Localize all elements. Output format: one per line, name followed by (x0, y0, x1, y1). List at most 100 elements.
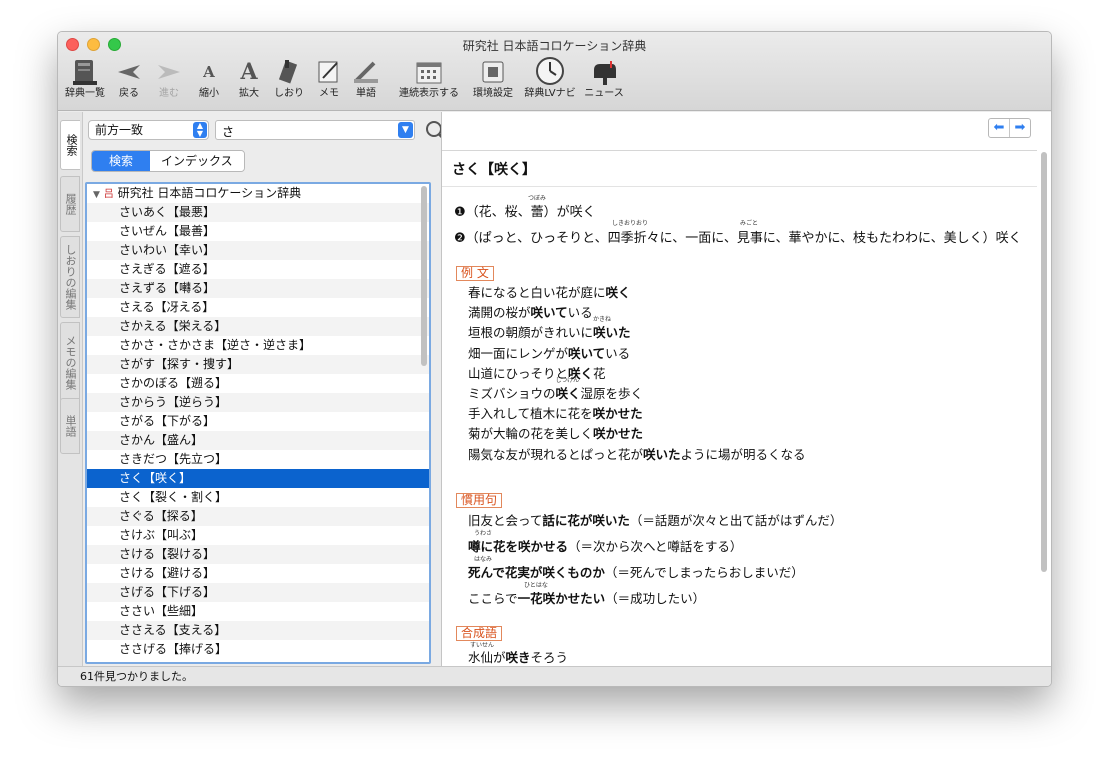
large-a-icon: A (240, 59, 258, 85)
search-mode-segmented: 検索 インデックス (91, 150, 245, 172)
idiom-line: 旧友と会って話に花が咲いた（＝話題が次々と出て話がはずんだ） (468, 513, 843, 528)
continuous-display-button[interactable]: 連続表示する (394, 56, 464, 108)
memo-icon (316, 56, 342, 88)
dictionary-icon: 吕 (103, 189, 114, 200)
tree-item[interactable]: さかえる【栄える】 (87, 317, 429, 336)
ruby-text: しきおりおり (612, 220, 649, 227)
tree-item[interactable]: さかのぼる【遡る】 (87, 374, 429, 393)
window-title: 研究社 日本語コロケーション辞典 (462, 39, 647, 53)
history-nav: ⬅ ➡ (988, 118, 1031, 138)
forward-button[interactable]: 進む (154, 56, 184, 108)
back-arrow-icon (114, 56, 144, 88)
tree-item[interactable]: さきだつ【先立つ】 (87, 450, 429, 469)
tree-item[interactable]: さえる【冴える】 (87, 298, 429, 317)
tree-item[interactable]: ささげる【捧げる】 (87, 640, 429, 659)
example-sentence: 畑一面にレンゲが咲いている (468, 345, 631, 361)
section-label-idioms: 慣用句 (456, 493, 503, 508)
prev-entry-button[interactable]: ⬅ (989, 119, 1010, 137)
back-button[interactable]: 戻る (114, 56, 144, 108)
tree-item[interactable]: さけぶ【叫ぶ】 (87, 526, 429, 545)
tree-item[interactable]: さぐる【探る】 (87, 507, 429, 526)
segment-index[interactable]: インデックス (150, 151, 244, 171)
entry-pane: ⬅ ➡ さく【咲く】 つぼみ ❶（花、桜、蕾）が咲く しきおりおり みごと ❷（… (441, 112, 1051, 666)
tree-scrollbar[interactable] (421, 186, 427, 366)
entry-headword: さく【咲く】 (452, 162, 536, 178)
tree-item[interactable]: さいぜん【最善】 (87, 222, 429, 241)
tree-item[interactable]: ささい【些細】 (87, 602, 429, 621)
tree-item[interactable]: さえぎる【遮る】 (87, 260, 429, 279)
side-tab-bar: 検索 履歴 しおりの編集 メモの編集 単語 (58, 112, 83, 666)
next-entry-button[interactable]: ➡ (1010, 119, 1030, 137)
search-input[interactable] (220, 122, 394, 140)
shrink-text-button[interactable]: A 縮小 (196, 56, 222, 108)
tree-item[interactable]: さかん【盛ん】 (87, 431, 429, 450)
tab-search[interactable]: 検索 (60, 120, 80, 170)
tab-history[interactable]: 履歴 (60, 176, 80, 232)
result-tree: ▼ 吕 研究社 日本語コロケーション辞典 さいあく【最悪】 さいぜん【最善】 さいわ… (85, 182, 431, 664)
tab-memo-edit[interactable]: メモの編集 (60, 322, 80, 402)
memo-button[interactable]: メモ (316, 56, 342, 108)
example-sentence: ミズバショウの咲く湿原を歩く (468, 386, 644, 401)
compound-line: 水仙が咲きそろう (468, 650, 569, 665)
example-sentence: 陽気な友が現れるとぱっと花が咲いたように場が明るくなる (468, 446, 806, 462)
news-button[interactable]: ニュース (582, 56, 626, 108)
small-a-icon: A (203, 63, 215, 81)
search-mode-select[interactable]: 前方一致 ▲ ▼ (88, 120, 209, 140)
title-bar: 研究社 日本語コロケーション辞典 辞典一覧 戻る 進む A 縮小 A 拡大 しお… (58, 32, 1051, 111)
example-sentence: 垣根の朝顔がきれいに咲いた (468, 325, 631, 341)
preferences-button[interactable]: 環境設定 (468, 56, 518, 108)
tree-item[interactable]: さがす【探す・捜す】 (87, 355, 429, 374)
tree-item[interactable]: さける【裂ける】 (87, 545, 429, 564)
tree-item[interactable]: さく【裂く・割く】 (87, 488, 429, 507)
enlarge-text-button[interactable]: A 拡大 (236, 56, 262, 108)
tree-item[interactable]: さからう【逆らう】 (87, 393, 429, 412)
tree-item[interactable]: さいあく【最悪】 (87, 203, 429, 222)
bookmark-icon (272, 56, 306, 88)
tree-item[interactable]: さける【避ける】 (87, 564, 429, 583)
entry-content: さく【咲く】 つぼみ ❶（花、桜、蕾）が咲く しきおりおり みごと ❷（ぱっと、… (442, 150, 1037, 666)
tree-item[interactable]: さがる【下がる】 (87, 412, 429, 431)
tree-item[interactable]: ささえる【支える】 (87, 621, 429, 640)
tree-item[interactable]: さいわい【幸い】 (87, 241, 429, 260)
calendar-icon (394, 56, 464, 88)
definition-1: ❶（花、桜、蕾）が咲く (454, 205, 596, 220)
segment-search[interactable]: 検索 (92, 151, 151, 171)
section-label-examples: 例 文 (456, 266, 494, 281)
idiom-line: 死んで花実が咲くものか（＝死んでしまったらおしまいだ） (468, 565, 804, 580)
tree-root[interactable]: ▼ 吕 研究社 日本語コロケーション辞典 (87, 184, 429, 203)
toolbar: 辞典一覧 戻る 進む A 縮小 A 拡大 しおり メモ 単語 連続表示する 環境… (58, 56, 1051, 108)
tree-item[interactable]: さかさ・さかさま【逆さ・逆さま】 (87, 336, 429, 355)
forward-arrow-icon (154, 56, 184, 88)
example-sentence: 春になると白い花が庭に咲く (468, 285, 631, 300)
idiom-line: ここらで一花咲かせたい（＝成功したい） (468, 591, 706, 606)
search-pane: 前方一致 ▲▼ ▼ 検索 インデックス ▼ 吕 研究社 日本語コロケーション辞典… (83, 112, 447, 666)
pen-icon (352, 56, 380, 88)
ruby-text: みごと (740, 220, 759, 227)
mailbox-icon (582, 56, 626, 88)
right-arrow-icon: ➡ (1014, 120, 1026, 135)
bookmark-button[interactable]: しおり (272, 56, 306, 108)
entry-scrollbar[interactable] (1041, 152, 1047, 572)
chevron-down-icon[interactable]: ▼ (398, 122, 413, 138)
status-bar: 61件見つかりました。 (58, 666, 1051, 686)
tree-item[interactable]: さく【咲く】 (87, 469, 429, 488)
tab-bookmark-edit[interactable]: しおりの編集 (60, 236, 80, 318)
navigator-icon (522, 56, 578, 88)
example-sentence: 菊が大輪の花を美しく咲かせた (468, 426, 644, 442)
section-label-compounds: 合成語 (456, 626, 503, 641)
left-arrow-icon: ⬅ (993, 120, 1005, 135)
books-icon (64, 56, 106, 88)
definition-2: ❷（ぱっと、ひっそりと、四季折々に、一面に、見事に、華やかに、枝もたわわに、美し… (454, 231, 1022, 246)
search-combobox[interactable]: ▼ (215, 120, 415, 140)
dictionary-list-button[interactable]: 辞典一覧 (64, 56, 106, 108)
disclosure-triangle-icon[interactable]: ▼ (93, 190, 100, 200)
tree-item[interactable]: さえずる【囀る】 (87, 279, 429, 298)
app-window: 研究社 日本語コロケーション辞典 辞典一覧 戻る 進む A 縮小 A 拡大 しお… (57, 31, 1052, 687)
idiom-line: 噂に花を咲かせる（＝次から次へと噂話をする） (468, 539, 743, 554)
chevron-up-down-icon: ▲ ▼ (193, 122, 207, 138)
tab-words[interactable]: 単語 (60, 398, 80, 454)
lv-navi-button[interactable]: 辞典LVナビ (522, 56, 578, 108)
example-sentence: 満開の桜が咲いている (468, 305, 593, 321)
tree-item[interactable]: さげる【下げる】 (87, 583, 429, 602)
word-button[interactable]: 単語 (352, 56, 380, 108)
